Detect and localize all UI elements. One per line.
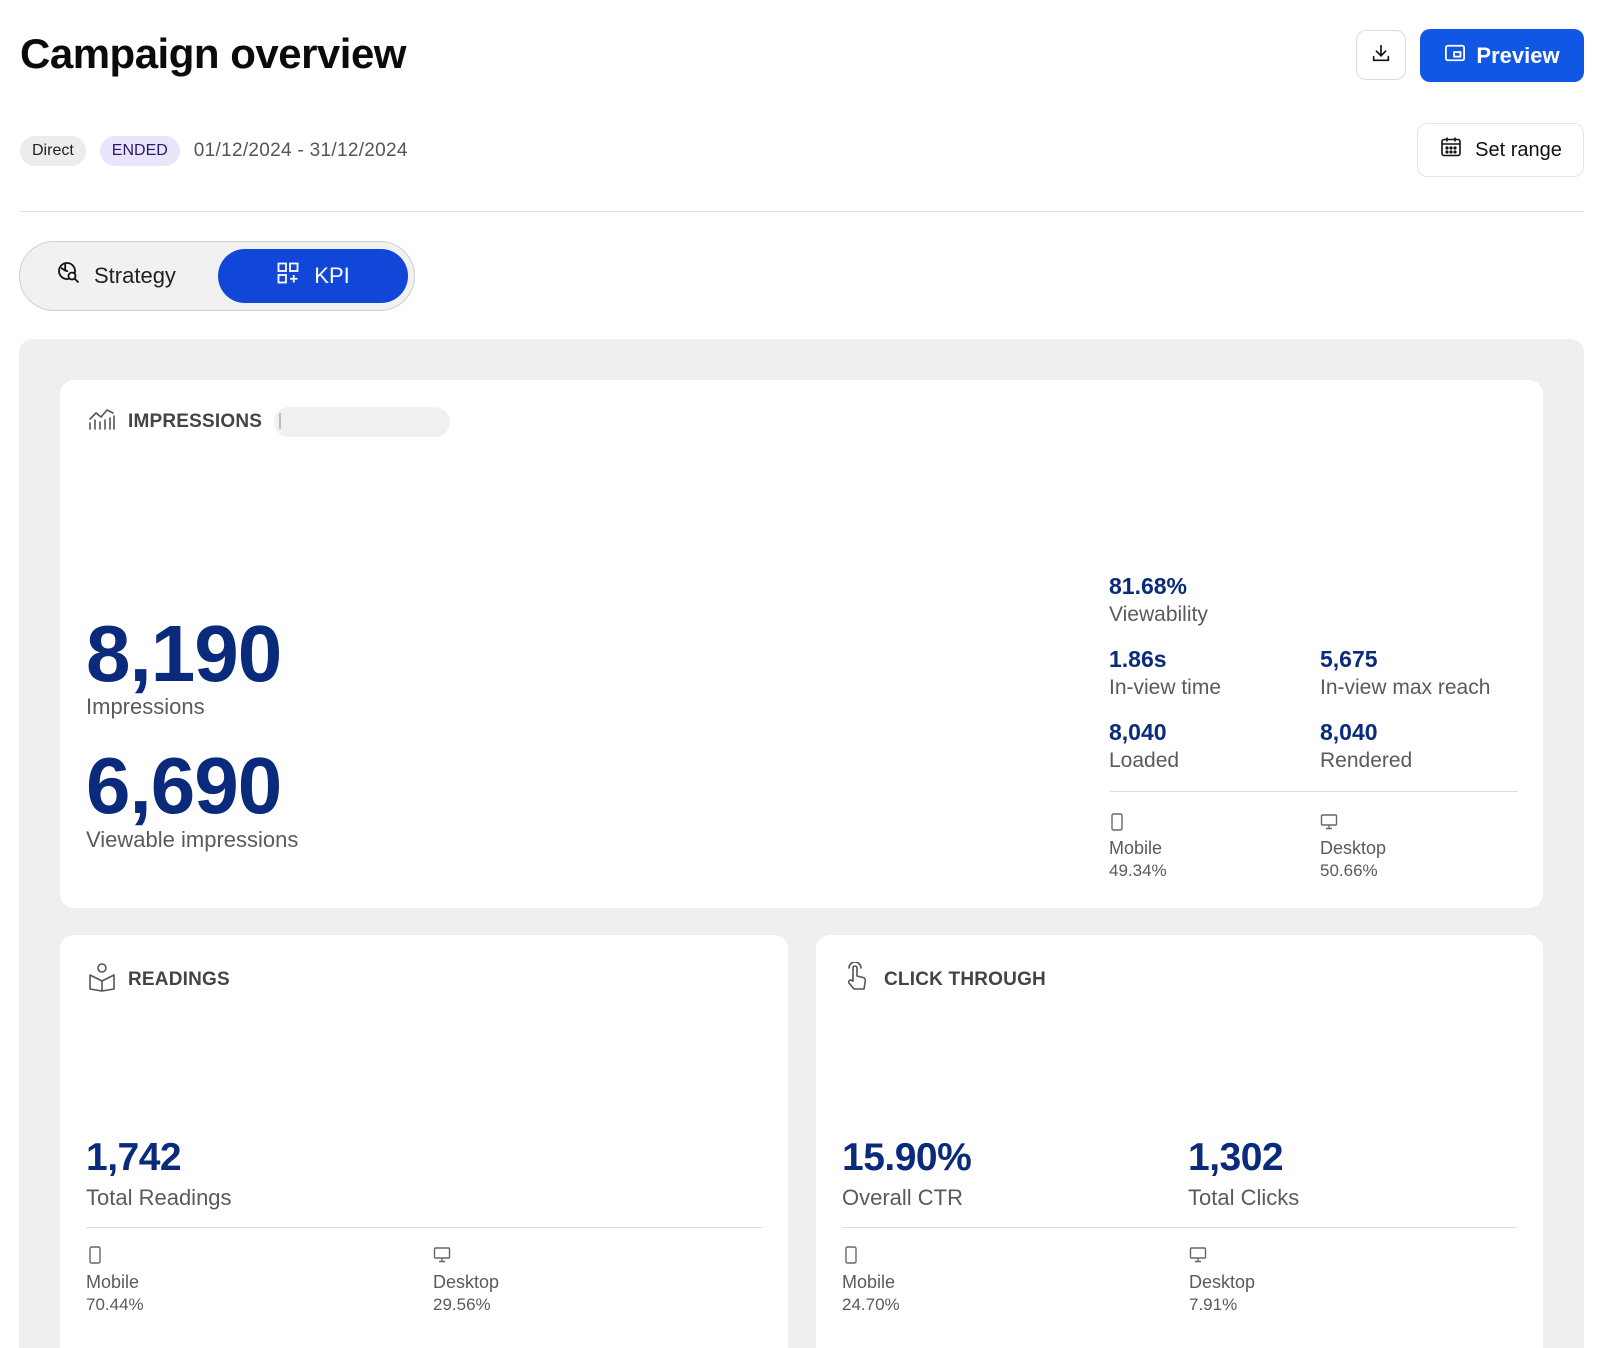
readings-heading-label: READINGS [128, 969, 230, 990]
impressions-desktop-value: 50.66% [1320, 861, 1378, 880]
inview-time-label: In-view time [1109, 676, 1222, 699]
total-readings-label: Total Readings [86, 1185, 232, 1210]
click-through-desktop-value: 7.91% [1189, 1295, 1238, 1314]
impressions-card: IMPRESSIONS 8,190 Impressions 6,690 View… [60, 380, 1543, 908]
type-badge: Direct [20, 136, 86, 166]
date-range: 01/12/2024 - 31/12/2024 [193, 140, 408, 161]
preview-label: Preview [1476, 42, 1560, 68]
readings-desktop-value: 29.56% [433, 1295, 491, 1314]
inview-reach-value: 5,675 [1320, 646, 1378, 672]
rendered-value: 8,040 [1320, 719, 1378, 745]
desktop-icon [1189, 1246, 1207, 1269]
header-divider [20, 211, 1584, 212]
total-clicks-label: Total Clicks [1188, 1185, 1300, 1210]
page-title: Campaign overview [20, 30, 406, 77]
loaded-value: 8,040 [1109, 719, 1167, 745]
click-through-mobile-value: 24.70% [842, 1295, 900, 1314]
tab-strategy-label: Strategy [94, 263, 176, 288]
overall-ctr-label: Overall CTR [842, 1185, 964, 1210]
tab-strategy[interactable]: Strategy [56, 256, 176, 296]
readings-desktop-label: Desktop [433, 1272, 500, 1292]
preview-button[interactable]: Preview [1420, 29, 1584, 82]
chart-bars-icon [88, 407, 116, 437]
impressions-label: Impressions [86, 694, 205, 719]
mobile-icon [88, 1246, 102, 1269]
pointer-click-icon [844, 961, 872, 998]
click-through-heading: CLICK THROUGH [844, 961, 1046, 998]
total-readings-value: 1,742 [86, 1136, 182, 1179]
impressions-mobile-value: 49.34% [1109, 861, 1167, 880]
readings-heading: READINGS [88, 962, 230, 998]
click-through-desktop-label: Desktop [1189, 1272, 1256, 1292]
download-button[interactable] [1356, 30, 1406, 80]
rendered-label: Rendered [1320, 749, 1413, 772]
impressions-value: 8,190 [86, 609, 282, 698]
impressions-filter-pill[interactable] [274, 407, 451, 437]
desktop-icon [433, 1246, 451, 1269]
mobile-icon [1110, 813, 1124, 836]
viewable-impressions-label: Viewable impressions [86, 827, 299, 852]
readings-card: READINGS 1,742 Total Readings Mobile 70.… [60, 935, 788, 1348]
reader-icon [88, 962, 116, 998]
loaded-label: Loaded [1109, 749, 1180, 772]
viewability-value: 81.68% [1109, 573, 1188, 599]
impressions-heading: IMPRESSIONS [88, 407, 451, 437]
click-through-mobile-label: Mobile [842, 1272, 896, 1292]
preview-window-icon [1444, 43, 1466, 69]
impressions-heading-label: IMPRESSIONS [128, 411, 263, 432]
desktop-icon [1320, 813, 1338, 836]
readings-divider [86, 1227, 763, 1228]
viewable-impressions-value: 6,690 [86, 741, 282, 830]
download-icon [1370, 42, 1392, 69]
click-through-heading-label: CLICK THROUGH [884, 969, 1046, 990]
set-range-button[interactable]: Set range [1417, 123, 1584, 177]
total-clicks-value: 1,302 [1188, 1136, 1284, 1179]
tab-kpi-label: KPI [314, 263, 350, 288]
readings-mobile-label: Mobile [86, 1272, 140, 1292]
click-through-card: CLICK THROUGH 15.90% Overall CTR 1,302 T… [816, 935, 1543, 1348]
strategy-search-icon [56, 260, 82, 292]
impressions-mobile-label: Mobile [1109, 838, 1163, 858]
overall-ctr-value: 15.90% [842, 1136, 972, 1179]
set-range-label: Set range [1475, 138, 1562, 161]
click-through-divider [842, 1227, 1517, 1228]
status-badge: ENDED [99, 136, 180, 166]
kpi-grid-icon [276, 261, 300, 291]
inview-time-value: 1.86s [1109, 646, 1167, 672]
tab-kpi[interactable]: KPI [218, 249, 408, 303]
view-tabs: Strategy KPI [19, 241, 415, 311]
viewability-label: Viewability [1109, 603, 1208, 626]
calendar-icon [1439, 135, 1463, 165]
readings-mobile-value: 70.44% [86, 1295, 144, 1314]
impressions-divider [1109, 791, 1518, 792]
campaign-meta: Direct ENDED 01/12/2024 - 31/12/2024 [20, 136, 408, 166]
impressions-desktop-label: Desktop [1320, 838, 1387, 858]
mobile-icon [844, 1246, 858, 1269]
inview-reach-label: In-view max reach [1320, 676, 1491, 699]
